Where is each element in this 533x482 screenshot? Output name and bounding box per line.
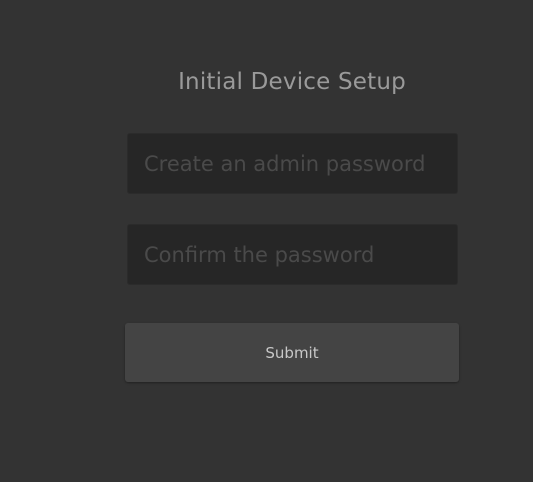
setup-panel: Initial Device Setup Submit bbox=[0, 0, 533, 482]
submit-button[interactable]: Submit bbox=[125, 323, 459, 382]
page-title: Initial Device Setup bbox=[178, 69, 406, 95]
admin-password-input[interactable] bbox=[127, 133, 458, 194]
confirm-password-input[interactable] bbox=[127, 224, 458, 285]
